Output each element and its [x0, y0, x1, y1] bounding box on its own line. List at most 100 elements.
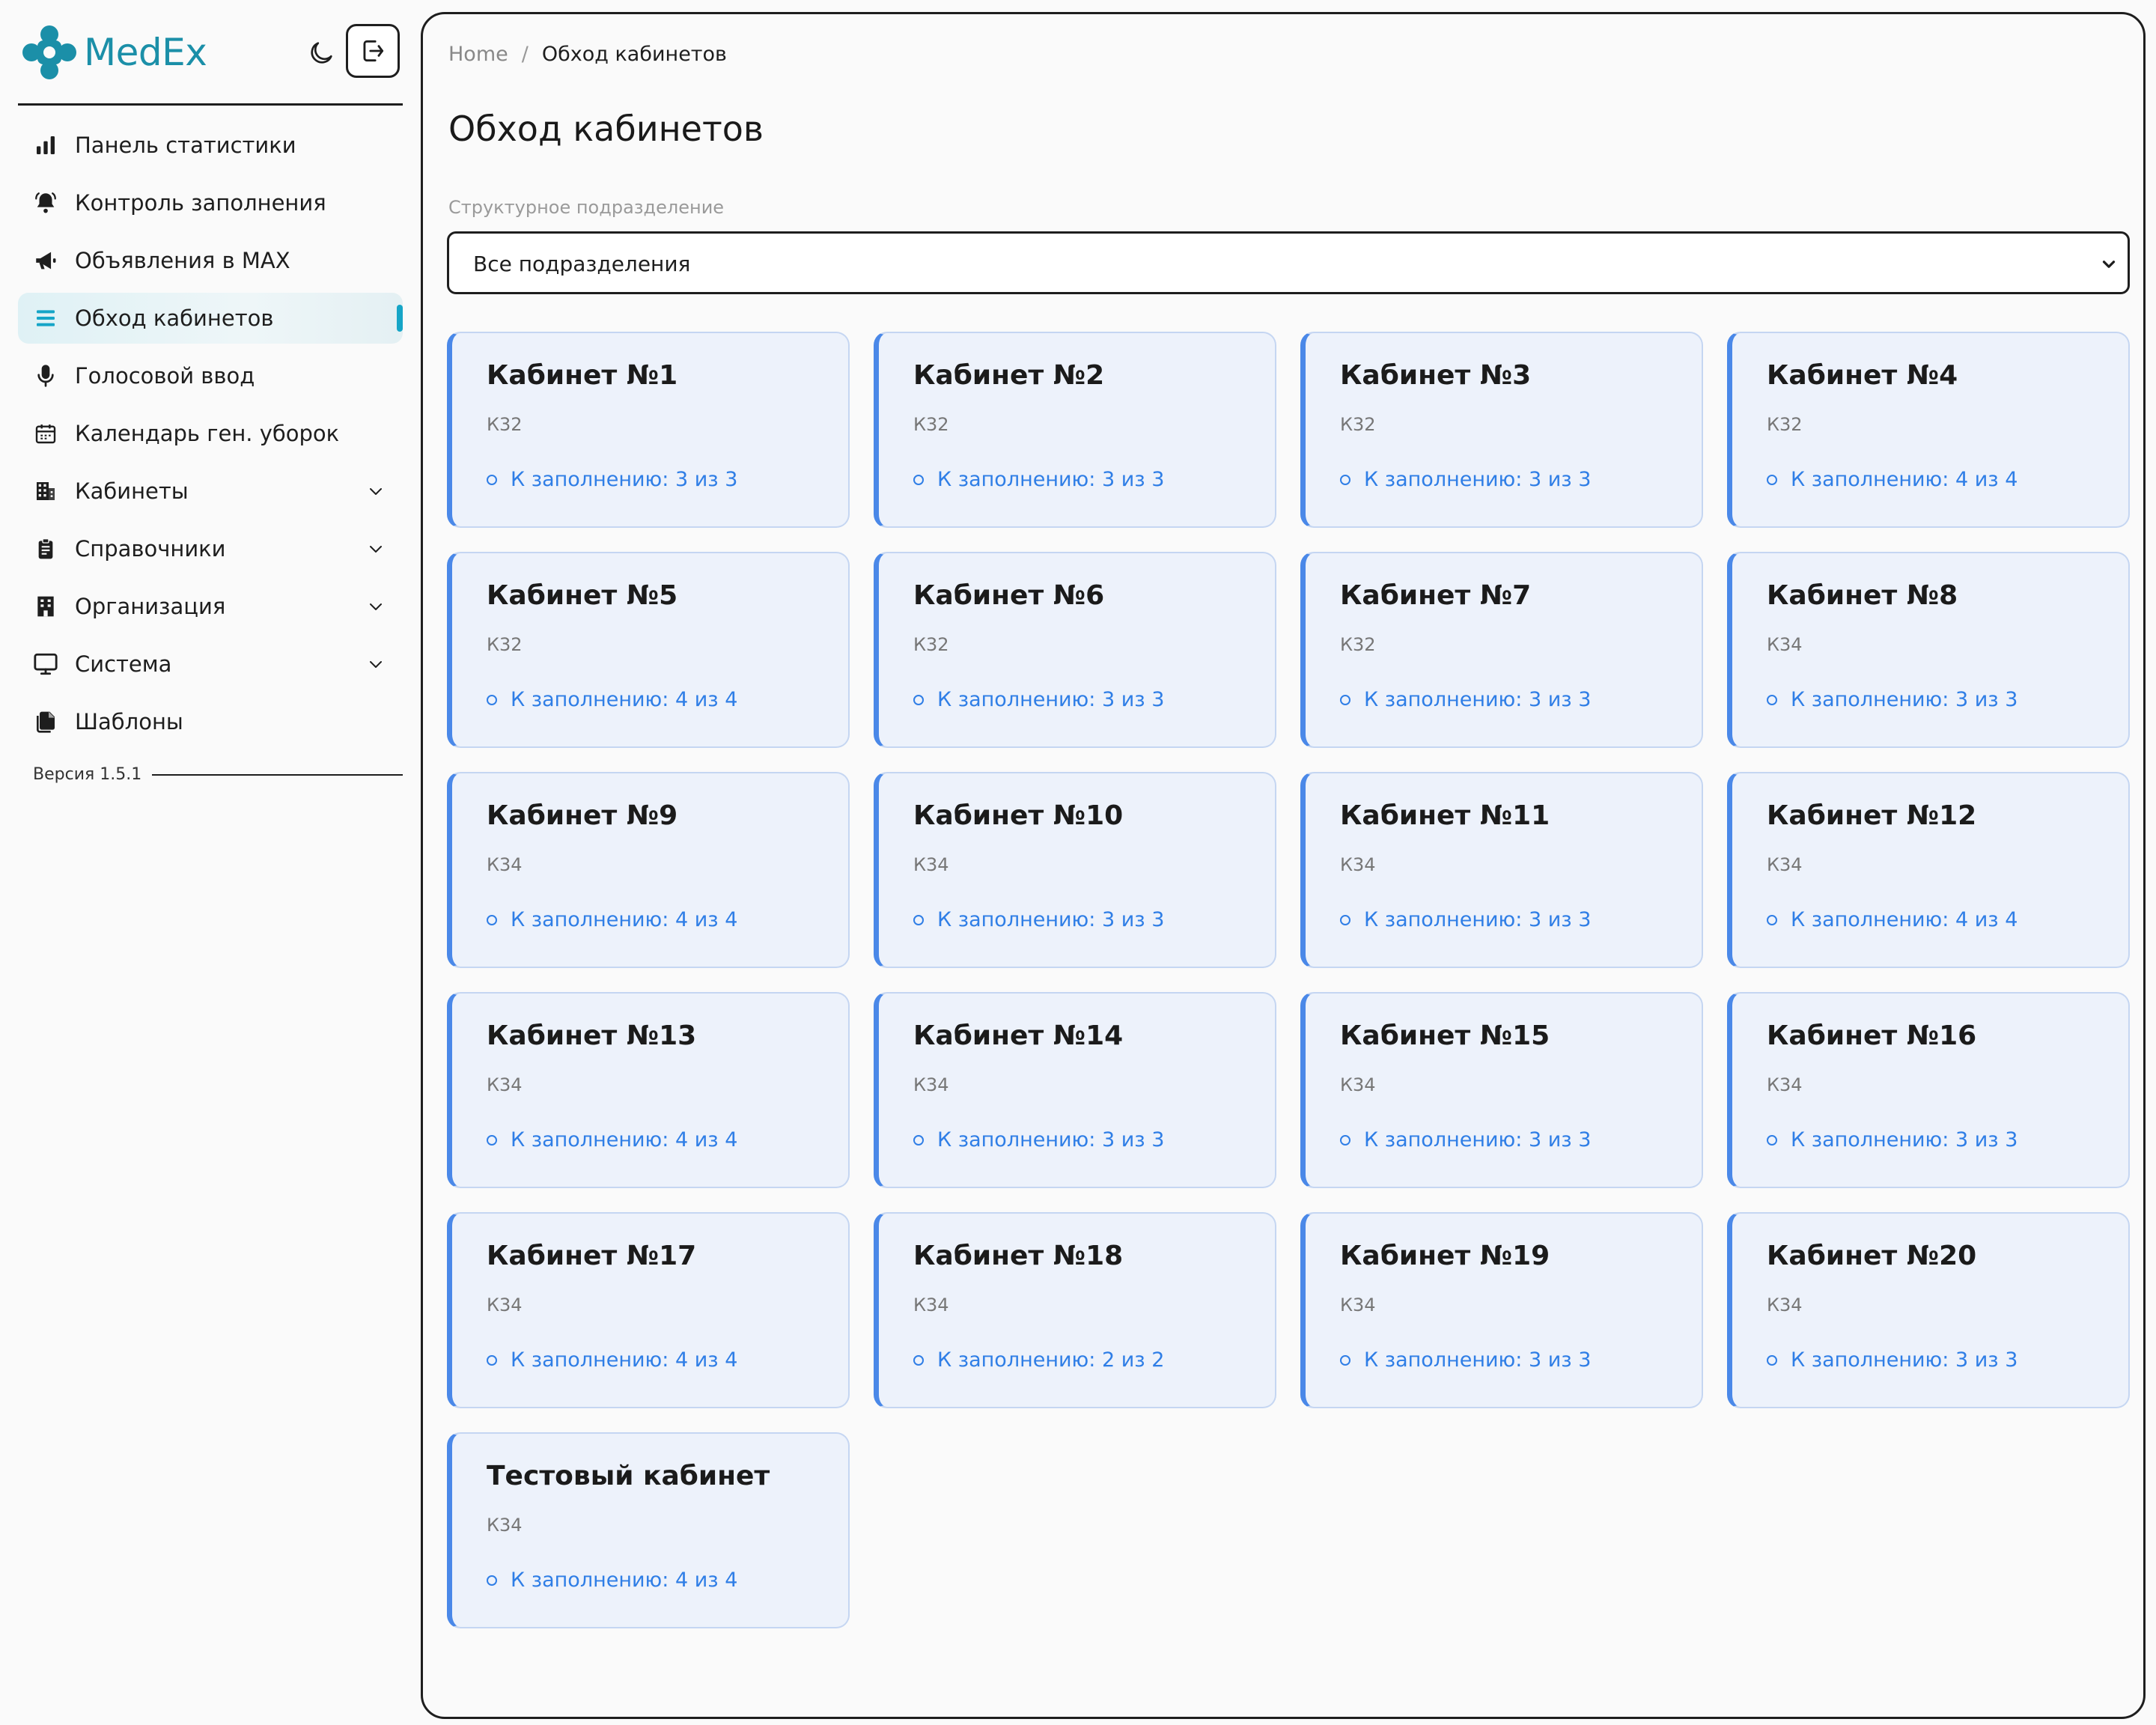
breadcrumb-separator: /: [521, 43, 529, 66]
chevron-down-icon: [370, 661, 382, 668]
sidebar-item-cleaning-calendar[interactable]: Календарь ген. уборок: [18, 408, 403, 459]
room-card[interactable]: Кабинет №9 К34 К заполнению: 4 из 4: [447, 772, 850, 968]
room-card-status: К заполнению: 3 из 3: [1767, 1128, 2018, 1151]
main-panel: Home / Обход кабинетов Обход кабинетов С…: [421, 12, 2146, 1719]
sidebar-item-templates[interactable]: Шаблоны: [18, 696, 403, 747]
room-card-title: Кабинет №16: [1767, 1020, 1977, 1051]
room-card-status-text: К заполнению: 4 из 4: [511, 1128, 738, 1151]
room-card[interactable]: Кабинет №2 К32 К заполнению: 3 из 3: [874, 332, 1276, 528]
sidebar-item-label: Объявления в MAX: [75, 248, 290, 273]
room-card-status-text: К заполнению: 4 из 4: [1791, 468, 2018, 491]
version-divider: [152, 773, 403, 776]
calendar-icon: [33, 421, 58, 446]
sidebar-item-label: Справочники: [75, 536, 226, 562]
room-card-status-text: К заполнению: 4 из 4: [1791, 908, 2018, 931]
department-filter-label: Структурное подразделение: [448, 197, 725, 218]
room-card-code: К34: [1767, 854, 1803, 875]
room-card-status-text: К заполнению: 3 из 3: [1364, 468, 1592, 491]
room-card-status-text: К заполнению: 3 из 3: [937, 1128, 1165, 1151]
room-card-status-text: К заполнению: 3 из 3: [937, 688, 1165, 711]
room-card-status: К заполнению: 3 из 3: [1340, 688, 1591, 711]
circle-icon: [913, 1134, 924, 1146]
room-card[interactable]: Кабинет №5 К32 К заполнению: 4 из 4: [447, 552, 850, 748]
room-card-title: Кабинет №17: [487, 1241, 697, 1271]
sidebar-item-label: Контроль заполнения: [75, 190, 326, 216]
logout-button[interactable]: [346, 24, 400, 78]
chevron-down-icon: [370, 488, 382, 495]
room-card[interactable]: Тестовый кабинет К34 К заполнению: 4 из …: [447, 1432, 850, 1628]
room-card[interactable]: Кабинет №20 К34 К заполнению: 3 из 3: [1727, 1212, 2130, 1408]
room-card-title: Кабинет №18: [913, 1241, 1124, 1271]
room-card-status: К заполнению: 4 из 4: [487, 1569, 737, 1592]
room-card-code: К34: [913, 1294, 949, 1315]
room-card-code: К34: [1767, 634, 1803, 655]
room-card[interactable]: Кабинет №7 К32 К заполнению: 3 из 3: [1300, 552, 1703, 748]
room-card-title: Кабинет №8: [1767, 580, 1958, 611]
theme-toggle-button[interactable]: [301, 33, 341, 73]
room-card-title: Кабинет №13: [487, 1020, 697, 1051]
room-card[interactable]: Кабинет №17 К34 К заполнению: 4 из 4: [447, 1212, 850, 1408]
app-name: MedEx: [84, 31, 207, 74]
room-card[interactable]: Кабинет №15 К34 К заполнению: 3 из 3: [1300, 992, 1703, 1188]
room-card[interactable]: Кабинет №19 К34 К заполнению: 3 из 3: [1300, 1212, 1703, 1408]
chevron-down-icon: [370, 546, 382, 553]
room-card[interactable]: Кабинет №12 К34 К заполнению: 4 из 4: [1727, 772, 2130, 968]
room-card-status-text: К заполнению: 4 из 4: [511, 1348, 738, 1372]
room-card-code: К34: [1340, 1294, 1376, 1315]
room-card-status: К заполнению: 4 из 4: [487, 908, 737, 931]
room-card-title: Тестовый кабинет: [487, 1461, 770, 1491]
circle-icon: [1340, 474, 1350, 485]
room-card-title: Кабинет №15: [1340, 1020, 1550, 1051]
sidebar-item-room-rounds[interactable]: Обход кабинетов: [18, 293, 403, 344]
circle-icon: [913, 914, 924, 925]
room-card[interactable]: Кабинет №3 К32 К заполнению: 3 из 3: [1300, 332, 1703, 528]
sidebar-item-directories[interactable]: Справочники: [18, 523, 403, 574]
room-card-status: К заполнению: 3 из 3: [1340, 1348, 1591, 1372]
room-card[interactable]: Кабинет №8 К34 К заполнению: 3 из 3: [1727, 552, 2130, 748]
room-card[interactable]: Кабинет №4 К32 К заполнению: 4 из 4: [1727, 332, 2130, 528]
breadcrumb-home-link[interactable]: Home: [448, 43, 508, 66]
sidebar-header: MedEx: [18, 0, 403, 106]
sidebar-item-system[interactable]: Система: [18, 639, 403, 690]
circle-icon: [1767, 1354, 1777, 1366]
circle-icon: [1340, 694, 1350, 705]
room-card-status-text: К заполнению: 3 из 3: [1791, 688, 2018, 711]
medex-logo-icon: [22, 25, 76, 79]
circle-icon: [1340, 914, 1350, 925]
room-card-code: К34: [487, 1074, 523, 1095]
circle-icon: [1767, 1134, 1777, 1146]
circle-icon: [913, 694, 924, 705]
room-card-status-text: К заполнению: 3 из 3: [1364, 688, 1592, 711]
room-card-code: К32: [913, 634, 949, 655]
room-card[interactable]: Кабинет №14 К34 К заполнению: 3 из 3: [874, 992, 1276, 1188]
sidebar-item-organization[interactable]: Организация: [18, 581, 403, 632]
sidebar-item-label: Календарь ген. уборок: [75, 421, 340, 446]
room-card[interactable]: Кабинет №10 К34 К заполнению: 3 из 3: [874, 772, 1276, 968]
sidebar-item-fill-control[interactable]: Контроль заполнения: [18, 177, 403, 228]
logo[interactable]: MedEx: [21, 24, 207, 81]
room-card[interactable]: Кабинет №1 К32 К заполнению: 3 из 3: [447, 332, 850, 528]
room-card[interactable]: Кабинет №18 К34 К заполнению: 2 из 2: [874, 1212, 1276, 1408]
room-card-title: Кабинет №1: [487, 360, 678, 391]
room-card[interactable]: Кабинет №6 К32 К заполнению: 3 из 3: [874, 552, 1276, 748]
room-card-title: Кабинет №20: [1767, 1241, 1977, 1271]
room-card-status-text: К заполнению: 3 из 3: [937, 908, 1165, 931]
room-card-status: К заполнению: 2 из 2: [913, 1348, 1164, 1372]
room-card[interactable]: Кабинет №13 К34 К заполнению: 4 из 4: [447, 992, 850, 1188]
list-icon: [33, 305, 58, 331]
room-card-status-text: К заполнению: 4 из 4: [511, 1569, 738, 1592]
room-card-title: Кабинет №6: [913, 580, 1105, 611]
department-select[interactable]: Все подразделения: [447, 231, 2130, 294]
sidebar-item-voice-input[interactable]: Голосовой ввод: [18, 350, 403, 401]
room-card[interactable]: Кабинет №16 К34 К заполнению: 3 из 3: [1727, 992, 2130, 1188]
sidebar-item-rooms[interactable]: Кабинеты: [18, 466, 403, 517]
circle-icon: [487, 914, 497, 925]
room-card-code: К32: [487, 634, 523, 655]
sidebar-item-announcements[interactable]: Объявления в MAX: [18, 235, 403, 286]
circle-icon: [487, 1134, 497, 1146]
room-card-status-text: К заполнению: 3 из 3: [1364, 908, 1592, 931]
version-info: Версия 1.5.1: [33, 765, 403, 784]
room-card[interactable]: Кабинет №11 К34 К заполнению: 3 из 3: [1300, 772, 1703, 968]
breadcrumb: Home / Обход кабинетов: [448, 43, 727, 66]
sidebar-item-statistics[interactable]: Панель статистики: [18, 120, 403, 171]
